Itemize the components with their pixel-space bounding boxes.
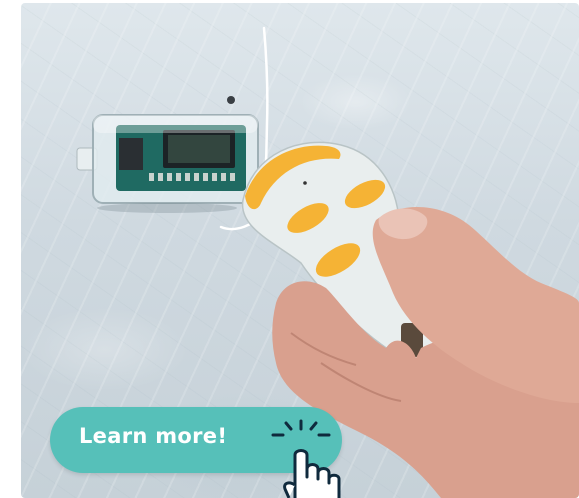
learn-more-label: Learn more! bbox=[79, 424, 228, 448]
hand-pointer-click-icon bbox=[271, 419, 341, 498]
receiver-box bbox=[76, 114, 259, 213]
